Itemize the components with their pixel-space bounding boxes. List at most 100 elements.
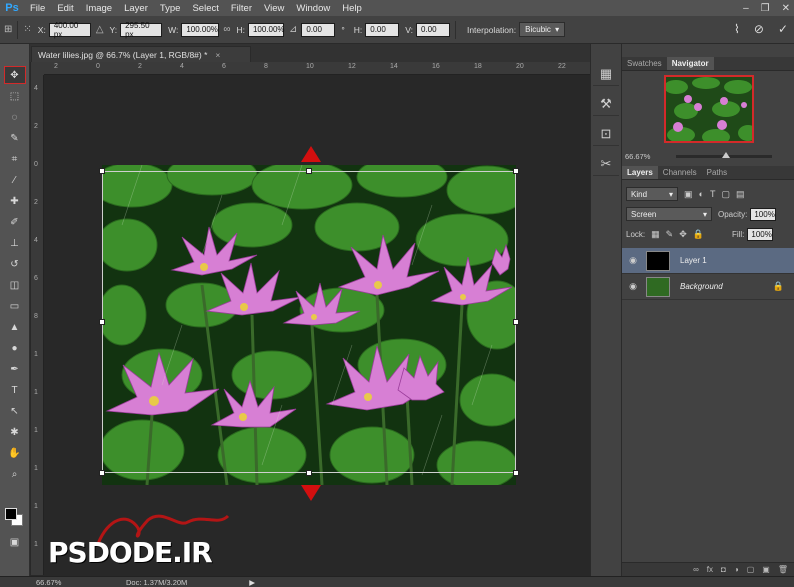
navigator-zoom-value[interactable]: 66.67% [625,152,650,161]
restore-icon[interactable]: ❐ [761,3,770,14]
foreground-color-swatch[interactable] [5,508,17,520]
menu-filter[interactable]: Filter [225,3,258,14]
warp-icon[interactable]: ⌇ [734,22,740,36]
menu-window[interactable]: Window [290,3,336,14]
reference-point-icon[interactable]: ⁙ [23,24,31,35]
slider-thumb[interactable] [722,151,731,158]
gradient-tool-icon[interactable]: ▭ [4,297,26,315]
minimize-icon[interactable]: – [743,3,749,14]
close-window-icon[interactable]: ✕ [782,3,790,14]
healing-tool-icon[interactable]: ✚ [4,192,26,210]
navigator-preview[interactable] [664,75,754,143]
tab-navigator[interactable]: Navigator [666,57,714,70]
height-field[interactable]: 100.00% [247,22,285,37]
fill-field[interactable]: 100% [747,227,774,241]
type-tool-icon[interactable]: T [4,381,26,399]
navigator-zoom-slider[interactable] [676,151,773,158]
clone-source-icon[interactable]: ⊡ [593,122,619,146]
quick-select-tool-icon[interactable]: ✎ [4,129,26,147]
add-mask-icon[interactable]: ◘ [721,565,726,574]
menu-help[interactable]: Help [336,3,368,14]
cancel-transform-icon[interactable]: ⊘ [754,22,764,36]
eraser-tool-icon[interactable]: ◫ [4,276,26,294]
horizontal-ruler[interactable]: 2 0 2 4 6 8 10 12 14 16 18 20 22 [44,62,590,75]
brush-tool-icon[interactable]: ✐ [4,213,26,231]
layer-name[interactable]: Layer 1 [680,256,707,265]
close-tab-icon[interactable]: × [215,50,220,60]
crop-tool-icon[interactable]: ⌗ [4,150,26,168]
document-tab[interactable]: Water lilies.jpg @ 66.7% (Layer 1, RGB/8… [31,46,251,62]
lock-position-icon[interactable]: ✥ [679,229,687,240]
filter-adjust-icon[interactable]: ◐ [699,189,704,199]
ruler-origin[interactable] [31,62,44,75]
lock-all-icon[interactable]: 🔒 [693,229,704,240]
ruler-tick-label: 2 [138,63,142,70]
menu-select[interactable]: Select [186,3,224,14]
link-layers-icon[interactable]: ∞ [693,565,699,574]
interpolation-select[interactable]: Bicubic ▾ [519,22,566,37]
tab-swatches[interactable]: Swatches [622,57,667,70]
tool-presets-icon[interactable]: ✂ [593,152,619,176]
layer-row-background[interactable]: ◉ Background 🔒 [622,274,794,300]
layer-name[interactable]: Background [680,282,723,291]
document-canvas[interactable] [44,75,590,575]
blend-mode-select[interactable]: Screen ▾ [626,207,712,221]
blur-tool-icon[interactable]: ▲ [4,318,26,336]
layer-filter-select[interactable]: Kind ▾ [626,187,678,201]
h-skew-field[interactable]: 0.00 [365,22,400,37]
visibility-eye-icon[interactable]: ◉ [622,281,644,292]
menu-view[interactable]: View [258,3,290,14]
fx-icon[interactable]: fx [707,565,713,574]
path-select-tool-icon[interactable]: ↖ [4,402,26,420]
delta-icon[interactable]: △ [96,24,104,35]
transform-tool-icon[interactable]: ⊞ [4,24,12,35]
adjustment-layer-icon[interactable]: ◑ [734,565,739,574]
commit-transform-icon[interactable]: ✓ [778,22,788,36]
dodge-tool-icon[interactable]: ● [4,339,26,357]
zoom-tool-icon[interactable]: ⌕ [4,465,26,483]
delete-layer-icon[interactable]: 🗑 [778,565,788,574]
vertical-ruler[interactable]: 4 2 0 2 4 6 8 1 1 1 1 1 1 [31,75,44,575]
stamp-tool-icon[interactable]: ⊥ [4,234,26,252]
rotation-field[interactable]: 0.00 [301,22,336,37]
history-brush-icon[interactable]: ↺ [4,255,26,273]
menu-layer[interactable]: Layer [118,3,154,14]
filter-type-icon[interactable]: T [710,189,716,199]
menu-type[interactable]: Type [154,3,187,14]
new-group-icon[interactable]: ▢ [747,565,755,574]
hand-tool-icon[interactable]: ✋ [4,444,26,462]
history-panel-icon[interactable]: ▦ [593,62,619,86]
tab-channels[interactable]: Channels [658,166,702,179]
new-layer-icon[interactable]: ▣ [762,565,770,574]
eyedropper-tool-icon[interactable]: ⁄ [4,171,26,189]
marquee-tool-icon[interactable]: ⬚ [4,87,26,105]
screen-mode-icon[interactable]: ▣ [4,533,26,551]
lock-transparent-icon[interactable]: ▦ [651,229,660,240]
status-menu-icon[interactable]: ▶ [249,578,255,587]
filter-smart-icon[interactable]: ▤ [736,189,745,200]
opacity-field[interactable]: 100% [750,207,777,221]
y-position-field[interactable]: 295.50 px [120,21,163,39]
x-position-field[interactable]: 400.00 px [48,21,91,39]
visibility-eye-icon[interactable]: ◉ [622,255,644,266]
ruler-tick-label: 1 [34,465,38,472]
zoom-level[interactable]: 66.67% [36,578,76,587]
tab-layers[interactable]: Layers [622,166,658,179]
pen-tool-icon[interactable]: ✒ [4,360,26,378]
filter-pixel-icon[interactable]: ▣ [684,189,693,200]
layer-row-layer-1[interactable]: ◉ Layer 1 [622,248,794,274]
width-field[interactable]: 100.00% [181,22,220,37]
shape-tool-icon[interactable]: ✱ [4,423,26,441]
link-icon[interactable]: ∞ [223,24,230,35]
filter-shape-icon[interactable]: ▢ [721,189,730,200]
water-lilies-image[interactable] [102,165,516,485]
menu-edit[interactable]: Edit [51,3,79,14]
menu-file[interactable]: File [24,3,51,14]
menu-image[interactable]: Image [80,3,118,14]
move-tool-icon[interactable]: ✥ [3,66,26,84]
tab-paths[interactable]: Paths [702,166,732,179]
brush-panel-icon[interactable]: ⚒ [593,92,619,116]
v-skew-field[interactable]: 0.00 [415,22,450,37]
lock-pixels-icon[interactable]: ✎ [666,229,674,240]
lasso-tool-icon[interactable]: ◌ [4,108,26,126]
